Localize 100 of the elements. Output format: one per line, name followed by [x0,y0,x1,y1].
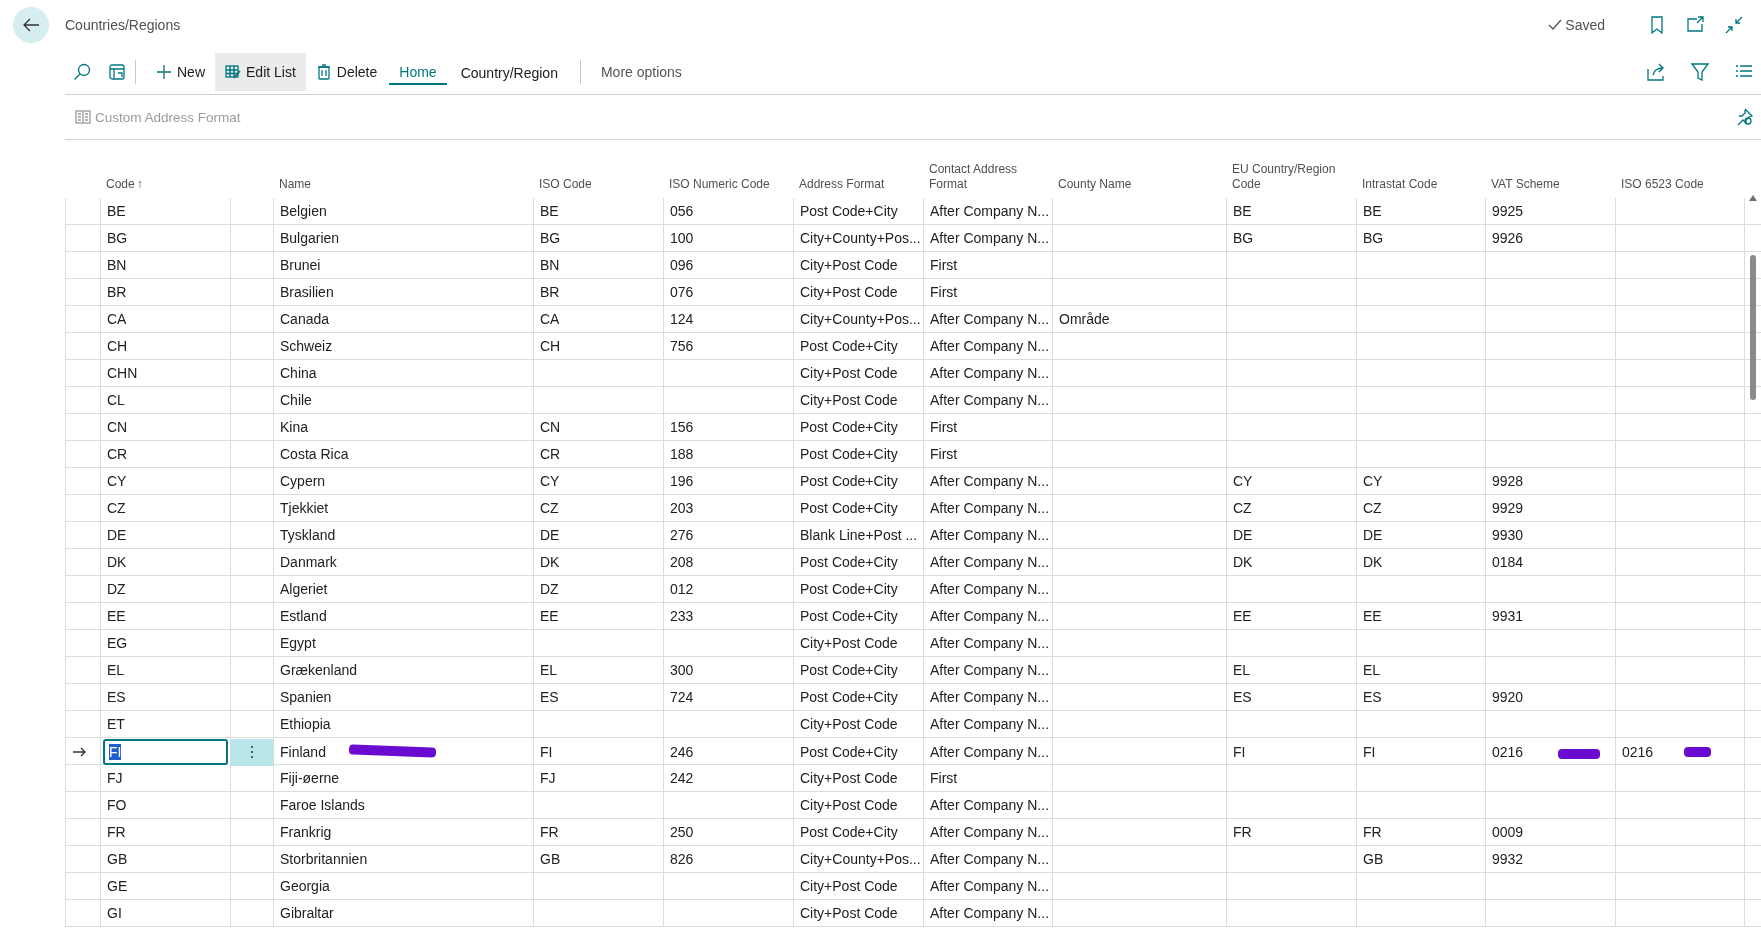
table-cell: 250 [670,824,694,840]
table-cell: 9929 [1492,500,1524,516]
table-cell: GI [107,905,122,921]
table-cell: GB [107,851,128,867]
table-cell: After Company N... [930,500,1050,516]
table-cell: GE [107,878,128,894]
column-header[interactable]: Address Format [799,177,885,192]
table-cell: Canada [280,311,330,327]
page-title: Countries/Regions [65,17,181,33]
search-icon[interactable] [73,63,91,81]
table-cell: After Company N... [930,635,1050,651]
table-cell: CZ [540,500,559,516]
table-cell: CHN [107,365,138,381]
tab[interactable]: Country/Region [450,60,568,84]
highlighter-stroke [1558,749,1600,759]
column-header[interactable]: ISO Numeric Code [669,177,770,192]
table-cell: DK [1233,554,1253,570]
table-edit-icon [225,64,241,80]
table-cell: City+Post Code [800,257,898,273]
table-cell: 188 [670,446,694,462]
sort-arrow[interactable]: ↑ [136,177,143,192]
table-cell: After Company N... [930,311,1050,327]
table-cell: FI [540,744,553,760]
table-cell: EE [107,608,126,624]
table-cell: First [930,257,958,273]
table-cell: EE [1233,608,1252,624]
table-cell: CA [540,311,560,327]
table-cell: CR [107,446,128,462]
table-cell: After Company N... [930,581,1050,597]
table-cell: City+Post Code [800,770,898,786]
table-cell: BG [1363,230,1384,246]
table-cell: Tyskland [280,527,336,543]
table-cell: After Company N... [930,554,1050,570]
table-cell: DK [540,554,560,570]
column-header[interactable]: EU Country/Region Code [1232,162,1350,192]
highlighter-stroke [1684,747,1711,757]
table-cell: BE [540,203,559,219]
layout-icon[interactable] [109,64,125,80]
share-icon[interactable] [1647,63,1665,81]
back-button[interactable] [13,7,49,43]
table-cell: First [930,446,958,462]
table-cell: BR [107,284,127,300]
table-cell: City+Post Code [800,878,898,894]
code-input-field[interactable]: FI [103,739,228,765]
table-cell: 056 [670,203,694,219]
table-cell: BR [540,284,560,300]
table-cell: ES [107,689,126,705]
table-cell: CL [107,392,125,408]
more-options-button[interactable]: More options [590,60,692,84]
table-cell: Faroe Islands [280,797,365,813]
pin-icon[interactable] [1735,108,1753,126]
table-cell: 300 [670,662,694,678]
table-cell: City+Post Code [800,365,898,381]
filter-icon[interactable] [1691,63,1709,81]
table-cell: 0216 [1622,744,1654,760]
new-button[interactable]: New [146,53,215,91]
table-cell: CY [1233,473,1253,489]
column-header[interactable]: Name [279,177,311,192]
delete-button[interactable]: Delete [305,53,388,91]
table-cell: 0216 [1492,744,1524,760]
table-cell: DZ [540,581,559,597]
column-header[interactable]: VAT Scheme [1491,177,1560,192]
table-cell: Post Code+City [800,419,898,435]
table-cell: After Company N... [930,689,1050,705]
table-cell: Bulgarien [280,230,340,246]
collapse-icon[interactable] [1725,16,1743,34]
table-cell: ES [540,689,559,705]
table-cell: DK [1363,554,1383,570]
table-cell: 0009 [1492,824,1524,840]
table-cell: Post Code+City [800,500,898,516]
column-header[interactable]: Code [106,177,135,192]
scroll-up-icon [1748,195,1757,201]
table-cell: Brasilien [280,284,334,300]
column-header[interactable]: Contact Address Format [929,162,1046,192]
table-cell: After Company N... [930,744,1050,760]
table-cell: DZ [107,581,126,597]
table-cell: CY [1363,473,1383,489]
table-cell: Område [1059,311,1110,327]
back-arrow-icon [22,18,40,32]
table-cell: Frankrig [280,824,332,840]
row-actions-button[interactable] [231,738,273,766]
table-cell: CY [540,473,560,489]
table-cell: After Company N... [930,338,1050,354]
open-in-window-icon[interactable] [1687,16,1705,34]
table-cell: 233 [670,608,694,624]
table-cell: Fiji-øerne [280,770,340,786]
column-header[interactable]: Intrastat Code [1362,177,1438,192]
table-cell: CN [107,419,128,435]
column-header[interactable]: ISO Code [539,177,592,192]
table-cell: Tjekkiet [280,500,329,516]
edit-button[interactable]: Edit List [215,53,306,91]
checkmark-icon [1548,19,1563,31]
column-header[interactable]: County Name [1058,177,1132,192]
table-cell: BG [1233,230,1254,246]
table-cell: 756 [670,338,694,354]
table-cell: City+County+Pos... [800,230,921,246]
table-cell: Spanien [280,689,332,705]
table-cell: After Company N... [930,851,1050,867]
column-header[interactable]: ISO 6523 Code [1621,177,1704,192]
tab[interactable]: Home [389,59,447,85]
